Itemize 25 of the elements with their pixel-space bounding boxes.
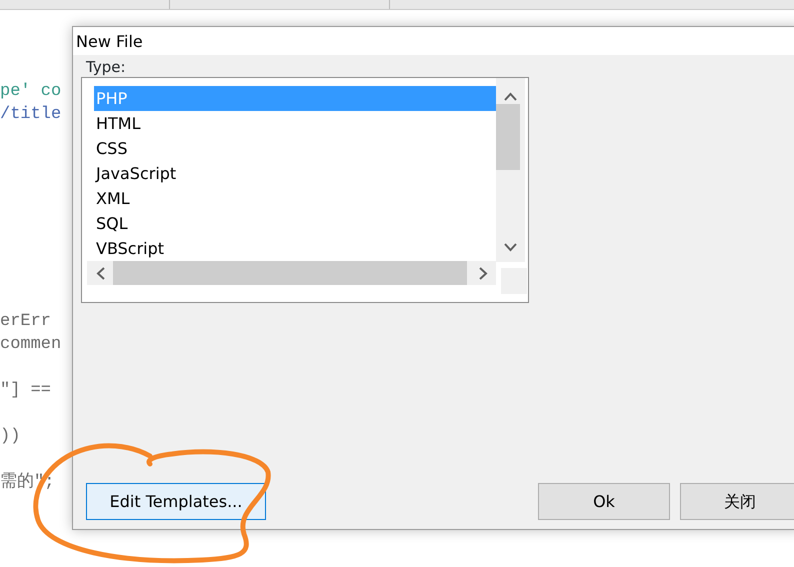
scrollbar-thumb[interactable] bbox=[496, 104, 520, 170]
code-line: pe' co bbox=[0, 82, 62, 101]
code-line: commen bbox=[0, 335, 62, 354]
scroll-left-icon[interactable] bbox=[96, 267, 105, 280]
scroll-right-icon[interactable] bbox=[479, 267, 488, 280]
scrollbar-corner bbox=[501, 268, 527, 294]
close-button[interactable]: 关闭 bbox=[680, 483, 794, 520]
list-item[interactable]: JavaScript bbox=[94, 161, 496, 186]
edit-templates-button[interactable]: Edit Templates... bbox=[86, 483, 266, 520]
window-title: New File bbox=[73, 27, 794, 55]
type-list[interactable]: PHP HTML CSS JavaScript XML SQL VBScript bbox=[81, 77, 529, 303]
code-line: "] == bbox=[0, 381, 52, 400]
list-item[interactable]: CSS bbox=[94, 136, 496, 161]
list-item[interactable]: SQL bbox=[94, 211, 496, 236]
code-line: erErr bbox=[0, 312, 52, 331]
list-item[interactable]: XML bbox=[94, 186, 496, 211]
list-item[interactable]: VBScript bbox=[94, 236, 496, 261]
ok-button[interactable]: Ok bbox=[538, 483, 670, 520]
type-label: Type: bbox=[86, 58, 127, 76]
code-line: )) bbox=[0, 427, 20, 446]
scroll-down-icon[interactable] bbox=[504, 243, 517, 252]
code-line: /title bbox=[0, 105, 62, 124]
scroll-up-icon[interactable] bbox=[504, 92, 517, 101]
vertical-scrollbar[interactable] bbox=[496, 78, 525, 262]
list-item[interactable]: HTML bbox=[94, 111, 496, 136]
